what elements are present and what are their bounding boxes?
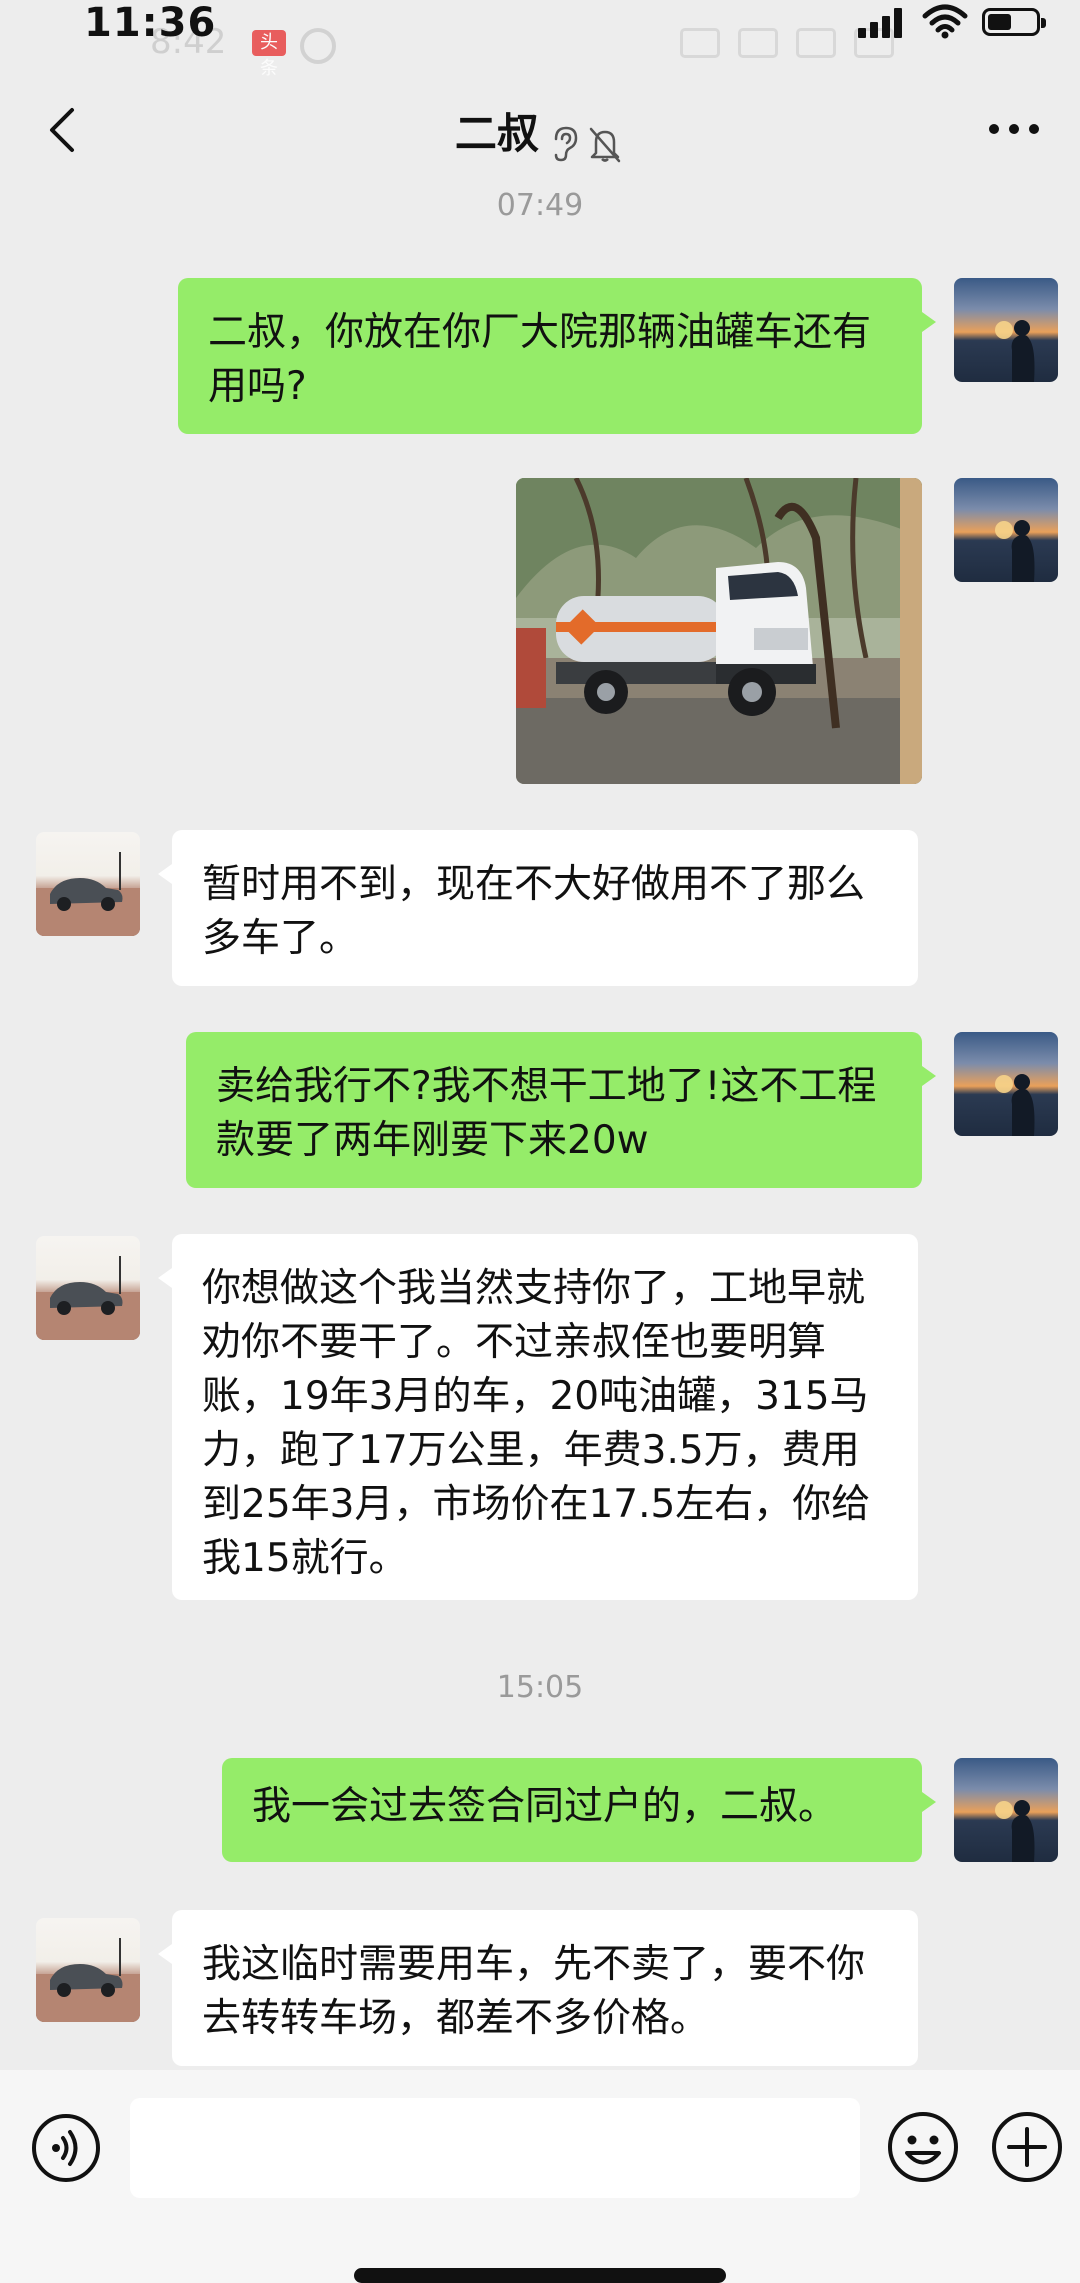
voice-icon[interactable] (30, 2112, 102, 2184)
my-avatar[interactable] (954, 478, 1058, 582)
message-input[interactable] (130, 2098, 860, 2198)
ear-icon (554, 126, 578, 161)
title-icons (550, 125, 625, 163)
more-icon[interactable] (984, 114, 1044, 144)
truck-photo-image (516, 478, 922, 784)
signal-icon (858, 8, 904, 38)
status-icons (858, 2, 1048, 42)
status-bar: 8:42 头条 11:36 (0, 0, 1080, 79)
contact-avatar[interactable] (36, 1918, 140, 2022)
ghost-news-badge: 头条 (252, 30, 286, 79)
avatar-car-image (36, 852, 140, 936)
status-time: 11:36 (84, 0, 217, 46)
message-bubble-sent[interactable]: 卖给我行不?我不想干工地了!这不工程款要了两年刚要下来20w (186, 1032, 936, 1188)
truck-photo[interactable] (516, 478, 922, 784)
wifi-icon (922, 4, 968, 39)
avatar-silhouette (995, 1800, 1035, 1862)
my-avatar[interactable] (954, 1758, 1058, 1862)
message-bubble-received[interactable]: 暂时用不到，现在不大好做用不了那么多车了。 (158, 830, 918, 986)
contact-avatar[interactable] (36, 1236, 140, 1340)
message-bubble-received[interactable]: 我这临时需要用车，先不卖了，要不你去转转车场，都差不多价格。 (158, 1910, 918, 2066)
timestamp: 15:05 (496, 1670, 584, 1705)
battery-icon (982, 8, 1046, 36)
my-avatar[interactable] (954, 278, 1058, 382)
emoji-icon[interactable] (886, 2110, 960, 2184)
avatar-silhouette (995, 1074, 1035, 1136)
contact-avatar[interactable] (36, 832, 140, 936)
ghost-app-icon (300, 28, 336, 64)
plus-icon[interactable] (990, 2110, 1064, 2184)
chat-screen: 8:42 头条 11:36 二叔 07:49 二叔，你放在你厂大院那辆油罐车还有… (0, 0, 1080, 2283)
input-bar (0, 2070, 1080, 2283)
message-bubble-sent[interactable]: 我一会过去签合同过户的，二叔。 (222, 1758, 936, 1862)
avatar-car-image (36, 1938, 140, 2022)
my-avatar[interactable] (954, 1032, 1058, 1136)
avatar-car-image (36, 1256, 140, 1340)
message-bubble-received[interactable]: 你想做这个我当然支持你了，工地早就劝你不要干了。不过亲叔侄也要明算账，19年3月… (158, 1234, 918, 1600)
nav-bar: 二叔 (0, 90, 1080, 170)
chat-title: 二叔 (454, 109, 539, 158)
title-wrap: 二叔 (0, 100, 1080, 163)
avatar-silhouette (995, 320, 1035, 382)
mute-bell-icon (589, 127, 621, 162)
home-indicator[interactable] (354, 2268, 726, 2283)
timestamp: 07:49 (496, 188, 584, 223)
avatar-silhouette (995, 520, 1035, 582)
message-bubble-sent[interactable]: 二叔，你放在你厂大院那辆油罐车还有用吗? (178, 278, 936, 434)
